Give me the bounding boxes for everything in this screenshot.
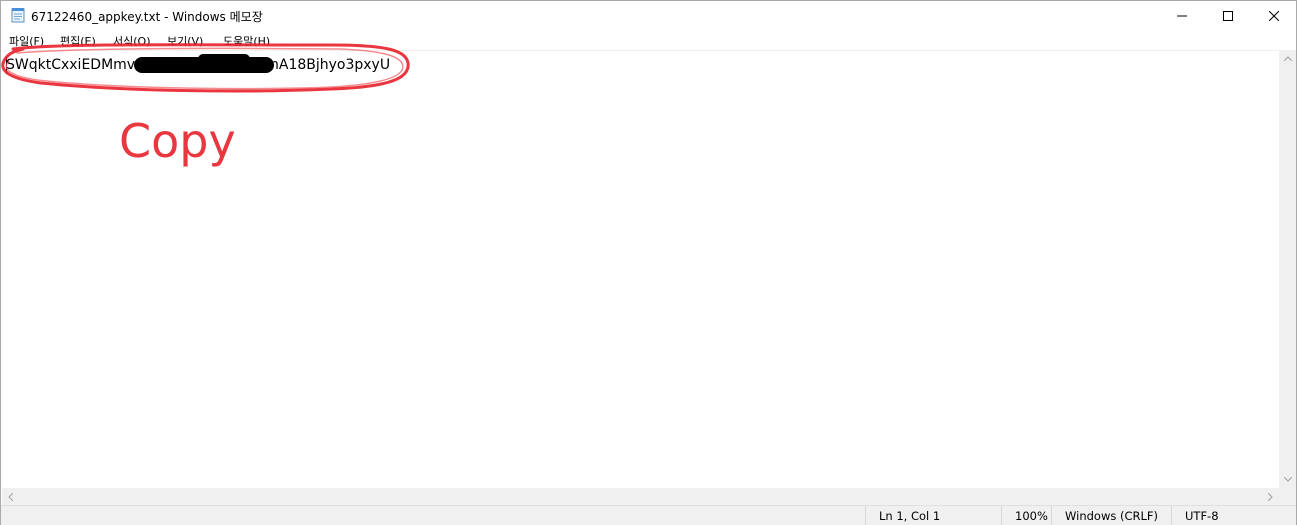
editor-text-start: SWqktCxxiEDMmv	[6, 57, 136, 73]
scroll-right-arrow[interactable]	[1262, 488, 1279, 505]
maximize-icon	[1223, 11, 1233, 21]
menu-help[interactable]: 도움말(H)	[223, 33, 270, 49]
scroll-down-arrow[interactable]	[1279, 471, 1296, 488]
minimize-button[interactable]	[1159, 1, 1205, 31]
chevron-down-icon	[1283, 477, 1292, 482]
menu-bar: 파일(F) 편집(E) 서식(O) 보기(V) 도움말(H)	[1, 31, 1296, 50]
menu-edit[interactable]: 편집(E)	[60, 33, 96, 49]
close-icon	[1269, 11, 1279, 21]
window-title: 67122460_appkey.txt - Windows 메모장	[31, 10, 263, 24]
notepad-icon	[10, 7, 26, 23]
scroll-left-arrow[interactable]	[2, 488, 19, 505]
vertical-scrollbar[interactable]	[1279, 50, 1296, 488]
close-button[interactable]	[1251, 1, 1297, 31]
maximize-button[interactable]	[1205, 1, 1251, 31]
scroll-up-arrow[interactable]	[1279, 50, 1296, 67]
menu-view[interactable]: 보기(V)	[167, 33, 203, 49]
text-caret	[6, 57, 7, 74]
redaction-mark	[198, 54, 250, 64]
horizontal-scrollbar[interactable]	[2, 488, 1279, 505]
notepad-window: 67122460_appkey.txt - Windows 메모장 파일(F) …	[0, 0, 1297, 525]
menu-file[interactable]: 파일(F)	[9, 33, 44, 49]
status-line-ending: Windows (CRLF)	[1051, 506, 1171, 525]
title-bar[interactable]: 67122460_appkey.txt - Windows 메모장	[1, 1, 1296, 31]
chevron-left-icon	[8, 492, 13, 501]
chevron-right-icon	[1268, 492, 1273, 501]
scrollbar-corner	[1279, 488, 1296, 505]
status-zoom: 100%	[1001, 506, 1051, 525]
menu-format[interactable]: 서식(O)	[113, 33, 150, 49]
minimize-icon	[1177, 15, 1187, 17]
editor-text-end: nA18Bjhyo3pxyU	[270, 57, 391, 73]
status-encoding: UTF-8	[1171, 506, 1281, 525]
status-bar: Ln 1, Col 1 100% Windows (CRLF) UTF-8	[1, 505, 1296, 525]
status-cursor-position: Ln 1, Col 1	[865, 506, 1000, 525]
chevron-up-icon	[1283, 56, 1292, 61]
text-editor[interactable]: SWqktCxxiEDMmv nA18Bjhyo3pxyU	[2, 50, 1279, 488]
